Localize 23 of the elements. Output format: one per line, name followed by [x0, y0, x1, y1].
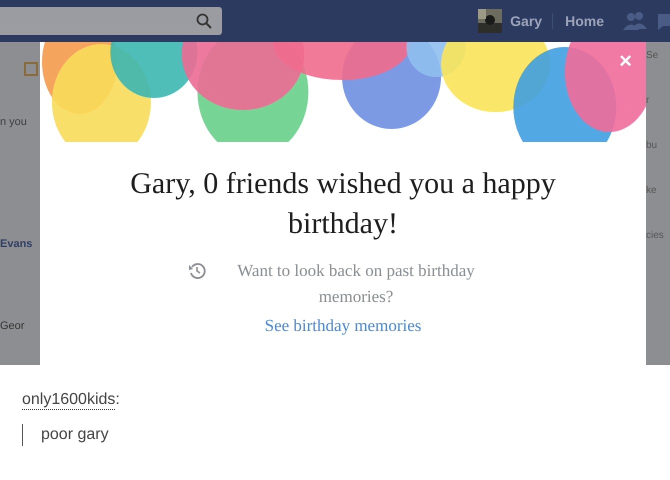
search-icon: [196, 13, 212, 29]
background-text: Se: [646, 50, 660, 61]
photo-icon: [24, 62, 38, 76]
dialog-title: Gary, 0 friends wished you a happy birthday!: [129, 166, 557, 242]
profile-link[interactable]: Gary: [510, 13, 554, 29]
background-text: Evans: [0, 238, 34, 250]
nav-link[interactable]: Home: [553, 13, 622, 29]
messages-icon[interactable]: [658, 11, 670, 31]
close-button[interactable]: ×: [615, 48, 636, 74]
background-text: ke: [646, 185, 658, 196]
memories-link[interactable]: See birthday memories: [264, 316, 422, 336]
background-text: cies: [646, 230, 665, 241]
memories-prompt: Want to look back on past birthday memories?: [236, 260, 476, 308]
search-field[interactable]: [0, 7, 222, 35]
background-text: bu: [646, 140, 658, 151]
quote-text: poor gary: [22, 424, 648, 446]
background-text: n you: [0, 116, 28, 128]
friends-icon[interactable]: [622, 11, 648, 31]
separator-text: :: [115, 391, 120, 410]
background-text: Geor: [0, 320, 26, 332]
history-icon: [188, 262, 206, 280]
username-link[interactable]: only1600kids: [22, 391, 116, 410]
background-text: r: [646, 95, 650, 106]
